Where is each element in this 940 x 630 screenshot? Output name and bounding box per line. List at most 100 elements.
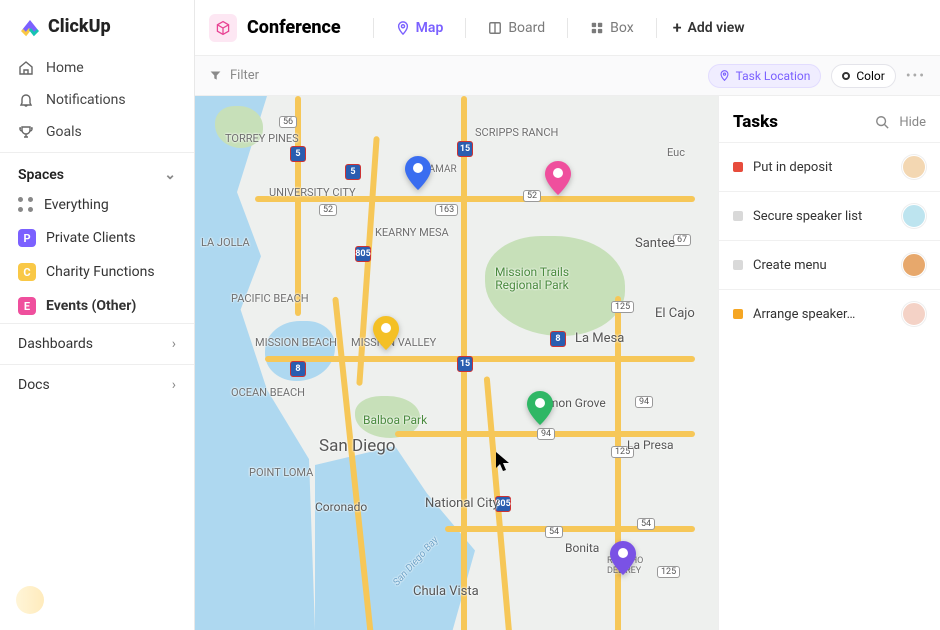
shield-805: 805 [355, 246, 371, 262]
hwy-125 [615, 296, 621, 630]
hwy-i5 [295, 96, 301, 316]
map[interactable]: 5 8 15 15 8 805 805 5 52 52 163 56 125 1… [195, 96, 718, 630]
task-location-pill[interactable]: Task Location [708, 64, 822, 88]
shield-i8b: 8 [550, 331, 566, 347]
route-54: 54 [545, 526, 563, 538]
pin-icon [396, 21, 410, 35]
hwy-i8 [265, 356, 695, 362]
route-94b: 94 [635, 396, 653, 408]
add-view-button[interactable]: + Add view [673, 18, 745, 37]
chevron-down-icon: ⌄ [164, 167, 176, 183]
more-menu[interactable]: ••• [906, 68, 926, 84]
funnel-icon [209, 69, 222, 82]
home-icon [18, 60, 34, 76]
map-label: SCRIPPS RANCH [475, 126, 558, 139]
map-label: Santee [635, 236, 675, 251]
pin-green[interactable] [527, 391, 553, 425]
tab-map[interactable]: Map [390, 16, 450, 40]
tasks-panel: Tasks Hide Put in depositSecure speaker … [718, 96, 940, 630]
spaces-header[interactable]: Spaces ⌄ [0, 152, 194, 189]
shield-i8a: 8 [290, 361, 306, 377]
space-events-other[interactable]: E Events (Other) [0, 289, 194, 323]
add-view-label: Add view [687, 20, 744, 36]
pin-icon [719, 70, 730, 81]
space-label: Charity Functions [46, 264, 155, 280]
nav-home[interactable]: Home [0, 52, 194, 84]
sidebar-footer [0, 570, 194, 630]
filter-label: Filter [230, 68, 259, 83]
nav-home-label: Home [46, 60, 84, 76]
bay [315, 446, 475, 630]
task-row[interactable]: Put in deposit [719, 142, 940, 191]
main: Conference Map Board Box + Add view [195, 0, 940, 630]
map-label: KEARNY MESA [375, 226, 449, 239]
color-pill[interactable]: Color [831, 64, 895, 88]
separator [567, 18, 568, 38]
pin-yellow[interactable] [373, 316, 399, 350]
shield-i5: 5 [290, 146, 306, 162]
space-charity-functions[interactable]: C Charity Functions [0, 255, 194, 289]
assignee-avatar[interactable] [902, 302, 926, 326]
assignee-avatar[interactable] [902, 204, 926, 228]
space-private-clients[interactable]: P Private Clients [0, 221, 194, 255]
pin-purple[interactable] [610, 541, 636, 575]
grid-icon [18, 197, 34, 213]
circle-icon [842, 72, 850, 80]
nav-goals[interactable]: Goals [0, 116, 194, 148]
bell-icon [18, 92, 34, 108]
filter-bar: Filter Task Location Color ••• [195, 56, 940, 96]
content: 5 8 15 15 8 805 805 5 52 52 163 56 125 1… [195, 96, 940, 630]
route-125c: 125 [657, 566, 680, 578]
box-icon [590, 21, 604, 35]
cursor-icon [495, 451, 511, 473]
hide-button[interactable]: Hide [899, 115, 926, 130]
pin-pink[interactable] [545, 161, 571, 195]
brand[interactable]: ClickUp [0, 0, 194, 48]
shield-805b: 805 [495, 496, 511, 512]
space-badge: E [18, 297, 36, 315]
shield-5b: 5 [345, 164, 361, 180]
sidebar: ClickUp Home Notifications Goals Spaces … [0, 0, 195, 630]
status-indicator [733, 211, 743, 221]
space-everything-label: Everything [44, 197, 109, 213]
status-indicator [733, 260, 743, 270]
pin-blue[interactable] [405, 156, 431, 190]
trophy-icon [18, 124, 34, 140]
hwy-54 [445, 526, 695, 532]
task-row[interactable]: Create menu [719, 240, 940, 289]
search-icon[interactable] [875, 115, 889, 129]
nav-goals-label: Goals [46, 124, 82, 140]
route-67: 67 [673, 234, 691, 246]
section-dashboards[interactable]: Dashboards › [0, 323, 194, 364]
task-row[interactable]: Secure speaker list [719, 191, 940, 240]
section-docs[interactable]: Docs › [0, 364, 194, 405]
route-56: 56 [279, 116, 297, 128]
task-label: Secure speaker list [753, 209, 892, 224]
cube-icon [209, 14, 237, 42]
user-avatar[interactable] [16, 586, 44, 614]
map-label: El Cajo [655, 306, 695, 321]
status-indicator [733, 309, 743, 319]
spaces-header-label: Spaces [18, 167, 64, 183]
assignee-avatar[interactable] [902, 253, 926, 277]
map-label: Euc [667, 146, 685, 159]
brand-name: ClickUp [48, 16, 111, 37]
task-label: Put in deposit [753, 160, 892, 175]
task-row[interactable]: Arrange speaker… [719, 289, 940, 338]
page-title: Conference [247, 17, 341, 38]
nav-notifications[interactable]: Notifications [0, 84, 194, 116]
route-52: 52 [319, 204, 337, 216]
task-location-label: Task Location [736, 69, 811, 83]
filter-tools: Task Location Color ••• [708, 64, 926, 88]
space-badge: P [18, 229, 36, 247]
tab-box[interactable]: Box [584, 16, 640, 40]
route-54b: 54 [637, 518, 655, 530]
tab-board[interactable]: Board [482, 16, 551, 40]
space-label: Events (Other) [46, 298, 136, 314]
filter-button[interactable]: Filter [209, 68, 259, 83]
separator [373, 18, 374, 38]
park-mission-trails [485, 236, 625, 336]
space-everything[interactable]: Everything [0, 189, 194, 221]
shield-i15b: 15 [457, 356, 473, 372]
assignee-avatar[interactable] [902, 155, 926, 179]
